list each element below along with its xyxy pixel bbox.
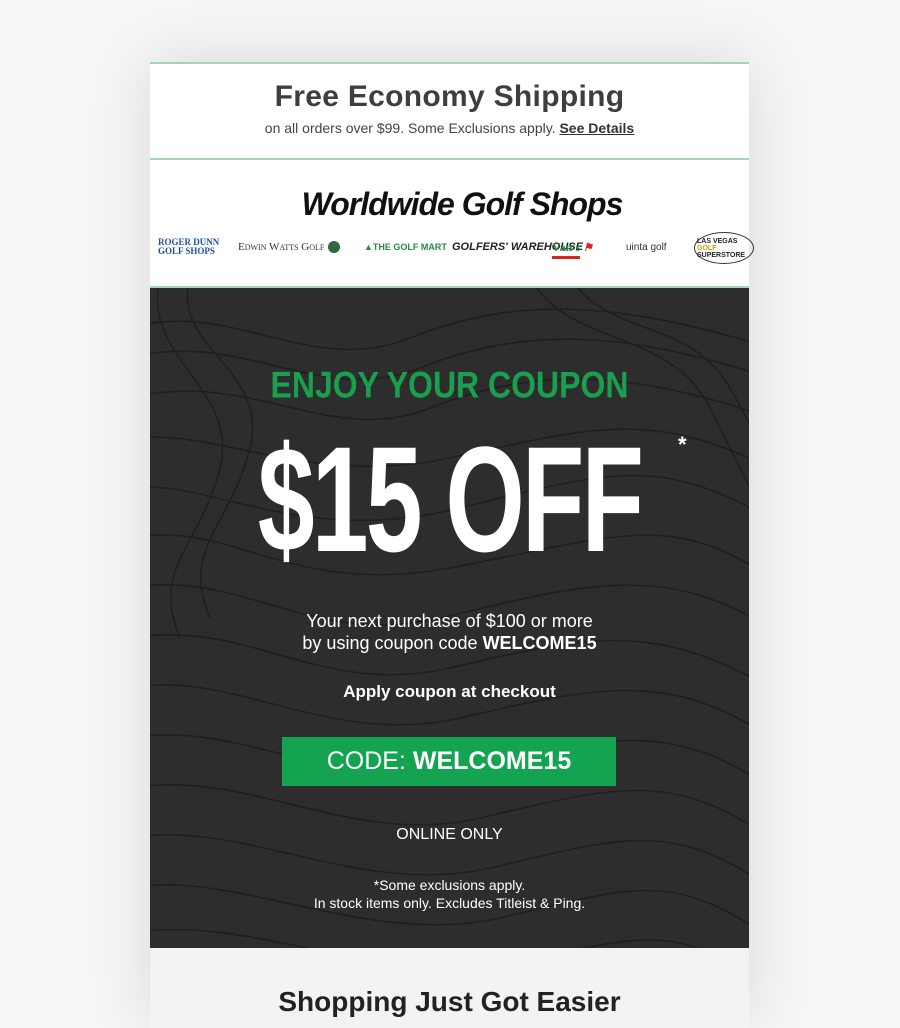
las-vegas-golf-logo[interactable]: LAS VEGAS GOLF SUPERSTORE xyxy=(694,232,754,264)
fine-print: *Some exclusions apply. In stock items o… xyxy=(313,877,586,911)
coupon-code-value: WELCOME15 xyxy=(412,747,572,775)
next-section: Shopping Just Got Easier xyxy=(150,948,749,1028)
shipping-subtitle: on all orders over $99. Some Exclusions … xyxy=(150,120,749,136)
shipping-terms: on all orders over $99. Some Exclusions … xyxy=(264,120,556,136)
roger-dunn-logo[interactable]: ROGER DUNN GOLF SHOPS xyxy=(158,232,219,262)
tree-icon: ▲ xyxy=(364,242,373,252)
coupon-eyebrow: ENJOY YOUR COUPON xyxy=(270,364,629,406)
shipping-banner[interactable]: Free Economy Shipping on all orders over… xyxy=(150,64,749,158)
coupon-code-button[interactable]: CODE: WELCOME15 xyxy=(282,737,616,786)
coupon-description: Your next purchase of $100 or more by us… xyxy=(302,611,597,653)
see-details-link[interactable]: See Details xyxy=(559,120,634,136)
apply-instruction: Apply coupon at checkout xyxy=(343,682,556,701)
shipping-title: Free Economy Shipping xyxy=(274,80,625,113)
brand-logo-row: ROGER DUNN GOLF SHOPS Edwin Watts Golf ▲… xyxy=(156,232,754,264)
uinta-golf-logo[interactable]: uinta golf xyxy=(626,232,667,262)
edwin-watts-logo[interactable]: Edwin Watts Golf xyxy=(238,232,341,262)
next-section-title: Shopping Just Got Easier xyxy=(278,986,621,1017)
golf-mart-logo[interactable]: ▲ THE GOLF MART xyxy=(364,232,447,262)
email-card: Free Economy Shipping on all orders over… xyxy=(150,62,754,1028)
flag-icon: ⚑ xyxy=(582,241,593,254)
inline-coupon-code: WELCOME15 xyxy=(482,633,597,653)
vans-golf-logo[interactable]: Van's xyxy=(552,238,581,259)
worldwide-golf-logo[interactable]: Worldwide Golf Shops xyxy=(150,186,774,223)
discount-asterisk: * xyxy=(678,432,687,457)
edwin-watts-emblem-icon xyxy=(328,241,341,253)
discount-headline: $15 OFF xyxy=(257,415,644,583)
online-only-label: ONLINE ONLY xyxy=(396,826,503,843)
coupon-hero[interactable]: ENJOY YOUR COUPON $15 OFF * Your next pu… xyxy=(150,288,749,948)
brand-header: Worldwide Golf Shops ROGER DUNN GOLF SHO… xyxy=(150,160,754,286)
